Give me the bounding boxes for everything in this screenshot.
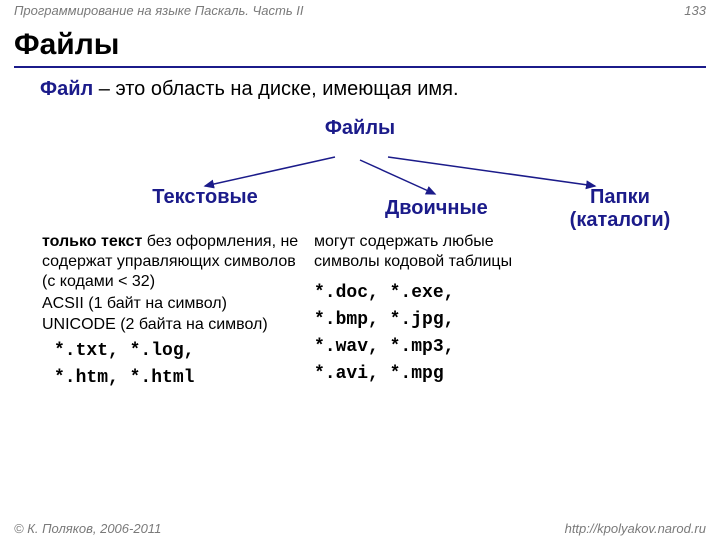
bin-ext-line1: *.doc, *.exe, bbox=[314, 280, 454, 307]
text-files-description: только текст без оформления, не содержат… bbox=[42, 232, 302, 292]
binary-file-extensions: *.doc, *.exe, *.bmp, *.jpg, *.wav, *.mp3… bbox=[314, 280, 454, 388]
enc-unicode: UNICODE (2 байта на символ) bbox=[42, 315, 268, 336]
branch-text-files: Текстовые bbox=[135, 186, 275, 209]
arrow-to-text bbox=[205, 157, 335, 186]
definition-term: Файл bbox=[40, 78, 93, 100]
branch-folders: Папки (каталоги) bbox=[555, 186, 685, 232]
slide: Программирование на языке Паскаль. Часть… bbox=[0, 0, 720, 540]
footer-bar: © К. Поляков, 2006-2011 http://kpolyakov… bbox=[0, 518, 720, 540]
page-number: 133 bbox=[684, 3, 706, 22]
title-underline bbox=[14, 66, 706, 68]
bin-ext-line4: *.avi, *.mpg bbox=[314, 361, 454, 388]
footer-copyright: © К. Поляков, 2006-2011 bbox=[14, 521, 161, 540]
branch-binary-files: Двоичные bbox=[385, 197, 488, 220]
enc-ascii: ACSII (1 байт на символ) bbox=[42, 294, 268, 315]
course-title: Программирование на языке Паскаль. Часть… bbox=[14, 3, 304, 22]
arrow-to-binary bbox=[360, 160, 435, 194]
bin-ext-line2: *.bmp, *.jpg, bbox=[314, 307, 454, 334]
bin-ext-line3: *.wav, *.mp3, bbox=[314, 334, 454, 361]
branch-folders-line2: (каталоги) bbox=[555, 209, 685, 232]
header-bar: Программирование на языке Паскаль. Часть… bbox=[0, 0, 720, 22]
branch-folders-line1: Папки bbox=[555, 186, 685, 209]
tree-root-label: Файлы bbox=[320, 117, 400, 140]
text-ext-line1: *.txt, *.log, bbox=[54, 338, 194, 365]
definition-rest: – это область на диске, имеющая имя. bbox=[93, 78, 458, 100]
slide-title: Файлы bbox=[14, 28, 119, 62]
text-file-extensions: *.txt, *.log, *.htm, *.html bbox=[54, 338, 194, 392]
text-desc-bold: только текст bbox=[42, 233, 142, 250]
footer-url: http://kpolyakov.narod.ru bbox=[565, 521, 706, 540]
definition-text: Файл – это область на диске, имеющая имя… bbox=[40, 78, 459, 101]
text-encodings: ACSII (1 байт на символ) UNICODE (2 байт… bbox=[42, 294, 268, 336]
text-ext-line2: *.htm, *.html bbox=[54, 365, 194, 392]
arrow-to-folders bbox=[388, 157, 595, 186]
binary-files-description: могут содержать любые символы кодовой та… bbox=[314, 232, 534, 272]
